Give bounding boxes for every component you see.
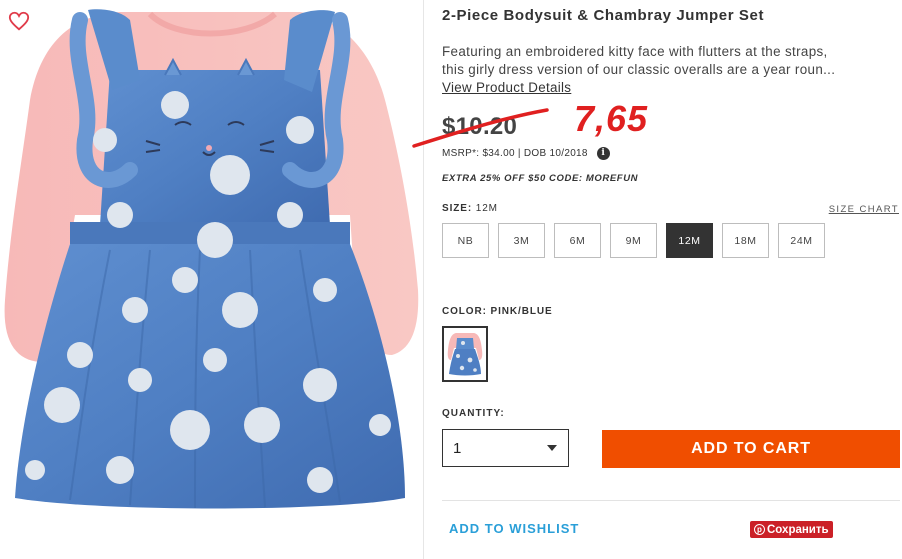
add-to-wishlist-link[interactable]: ADD TO WISHLIST <box>449 521 579 536</box>
color-label: COLOR: PINK/BLUE <box>442 306 553 317</box>
size-option-24m[interactable]: 24M <box>778 223 825 258</box>
product-details: 2-Piece Bodysuit & Chambray Jumper Set F… <box>412 0 902 559</box>
price: $10.20 <box>442 113 518 140</box>
quantity-label: QUANTITY: <box>442 408 505 419</box>
swatch-thumbnail <box>446 330 484 378</box>
size-selected-value: 12M <box>475 203 498 214</box>
quantity-select[interactable]: 1 <box>442 429 569 467</box>
size-label: SIZE: 12M <box>442 203 498 214</box>
size-option-9m[interactable]: 9M <box>610 223 657 258</box>
handwritten-price-annotation: 7,65 <box>574 98 649 139</box>
size-option-18m[interactable]: 18M <box>722 223 769 258</box>
msrp-info: MSRP*: $34.00 | DOB 10/2018 i <box>442 147 610 160</box>
heart-icon[interactable] <box>8 10 30 32</box>
pinterest-save-label: Сохранить <box>767 523 829 536</box>
size-option-nb[interactable]: NB <box>442 223 489 258</box>
size-option-6m[interactable]: 6M <box>554 223 601 258</box>
size-option-12m[interactable]: 12M <box>666 223 713 258</box>
info-icon[interactable]: i <box>596 147 610 160</box>
view-product-details-link[interactable]: View Product Details <box>442 80 571 95</box>
color-selected-value: PINK/BLUE <box>490 306 553 317</box>
pinterest-save-button[interactable]: p Сохранить <box>750 521 833 538</box>
msrp-text: MSRP*: $34.00 | DOB 10/2018 <box>442 148 588 159</box>
quantity-value: 1 <box>453 439 462 457</box>
color-label-title: COLOR: <box>442 306 487 317</box>
add-to-cart-button[interactable]: ADD TO CART <box>602 430 900 468</box>
divider <box>442 500 900 501</box>
description-line: this girly dress version of our classic … <box>442 62 836 77</box>
size-chart-link[interactable]: SIZE CHART <box>829 204 899 215</box>
product-image <box>4 9 419 509</box>
pinterest-icon: p <box>754 524 765 535</box>
size-options: NB 3M 6M 9M 12M 18M 24M <box>442 223 825 258</box>
description-line: Featuring an embroidered kitty face with… <box>442 44 828 59</box>
promo-text: EXTRA 25% OFF $50 CODE: MOREFUN <box>442 173 639 184</box>
chevron-down-icon <box>547 445 557 451</box>
size-label-title: SIZE: <box>442 203 473 214</box>
size-option-3m[interactable]: 3M <box>498 223 545 258</box>
color-swatch-pink-blue[interactable] <box>442 326 488 382</box>
product-image-panel <box>0 0 424 559</box>
product-description: Featuring an embroidered kitty face with… <box>442 43 872 79</box>
product-title: 2-Piece Bodysuit & Chambray Jumper Set <box>442 7 765 24</box>
